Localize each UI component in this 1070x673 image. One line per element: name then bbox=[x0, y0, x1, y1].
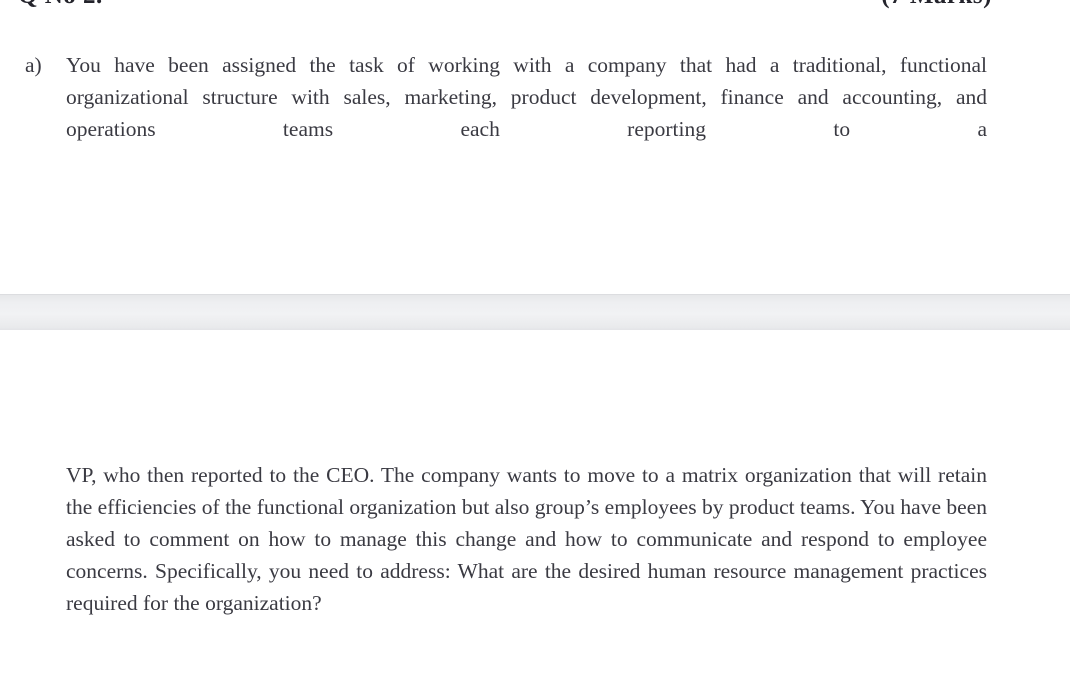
page-header-strip: Q No 2. (7 Marks) bbox=[0, 0, 1070, 9]
page-separator-band bbox=[0, 294, 1070, 330]
question-part-a: a) You have been assigned the task of wo… bbox=[25, 49, 987, 177]
question-part-a-continued: VP, who then reported to the CEO. The co… bbox=[66, 459, 987, 619]
page-header: Q No 2. (7 Marks) bbox=[0, 0, 1070, 9]
question-number-label: Q No 2. bbox=[18, 0, 103, 9]
marks-label: (7 Marks) bbox=[881, 0, 992, 9]
list-marker-a: a) bbox=[25, 53, 42, 77]
question-part-a-text: You have been assigned the task of worki… bbox=[66, 53, 987, 141]
document-page: { "page": { "background_color": "#ffffff… bbox=[0, 0, 1070, 673]
question-part-a-continued-text: VP, who then reported to the CEO. The co… bbox=[66, 463, 987, 615]
